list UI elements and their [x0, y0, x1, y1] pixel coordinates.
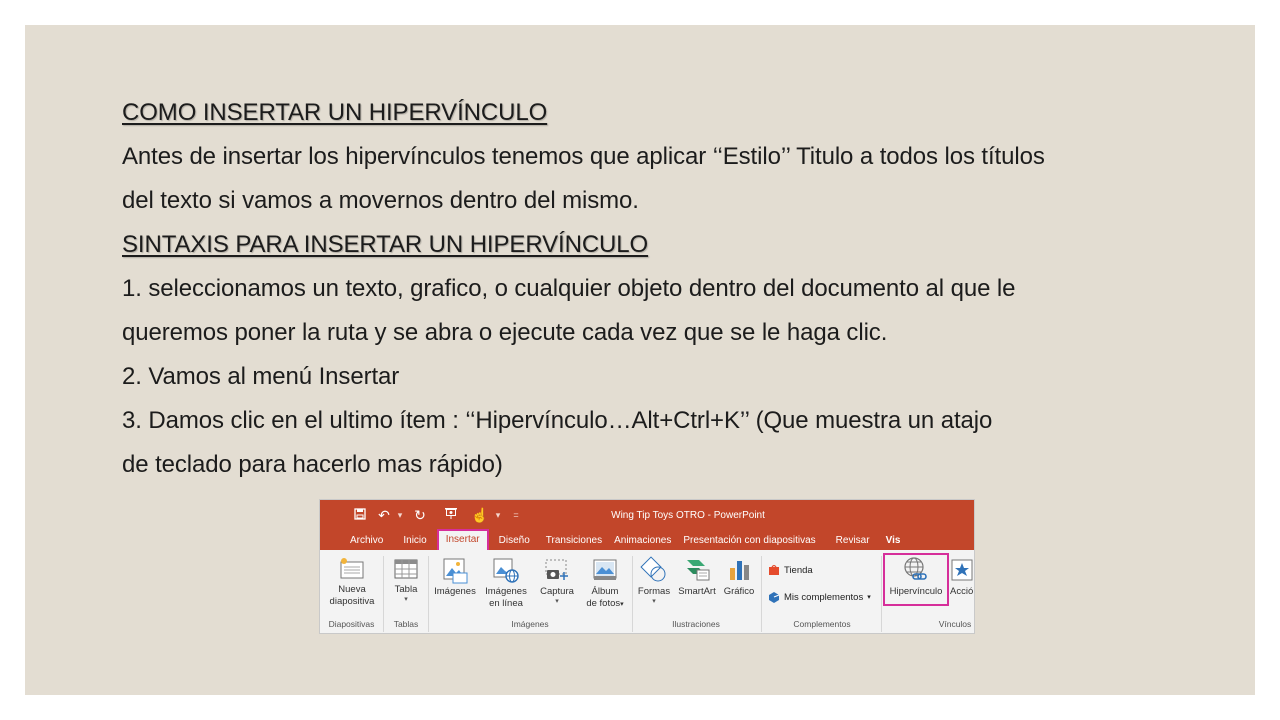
hyperlink-highlight-box [883, 553, 949, 606]
group-separator [428, 556, 429, 632]
ribbon-body: Nueva diapositiva Tabla ▾ Imágenes Imáge… [320, 550, 974, 633]
step-1-line: 1. seleccionamos un texto, grafico, o cu… [122, 275, 1016, 302]
group-separator [632, 556, 633, 632]
slide-text: COMO INSERTAR UN HIPERVÍNCULO Antes de i… [122, 91, 1202, 487]
store-icon [769, 564, 779, 575]
pictures-button[interactable]: Imágenes [430, 556, 480, 598]
chevron-down-icon: ▾ [652, 598, 656, 605]
new-slide-button[interactable]: Nueva diapositiva [324, 556, 380, 608]
heading-insert-hyperlink: COMO INSERTAR UN HIPERVÍNCULO [122, 99, 548, 126]
group-label-ilustraciones: Ilustraciones [672, 619, 720, 629]
group-separator [881, 556, 882, 632]
step-3-line: 3. Damos clic en el ultimo ítem : ‘‘Hipe… [122, 407, 993, 434]
smartart-icon [687, 560, 710, 581]
smartart-button[interactable]: SmartArt [674, 556, 720, 598]
new-slide-icon [340, 558, 364, 579]
group-label-tablas: Tablas [393, 619, 419, 629]
tab-diseno[interactable]: Diseño [489, 531, 540, 550]
chart-button[interactable]: Gráfico [720, 556, 758, 598]
tab-archivo[interactable]: Archivo [340, 531, 393, 550]
store-button[interactable]: Tienda [768, 564, 813, 576]
picture-icon [443, 558, 468, 584]
chevron-down-icon: ▾ [867, 594, 871, 601]
tab-animaciones[interactable]: Animaciones [608, 531, 677, 550]
group-label-imagenes: Imágenes [511, 619, 549, 629]
tab-presentacion[interactable]: Presentación con diapositivas [677, 531, 821, 550]
table-button[interactable]: Tabla ▾ [388, 556, 424, 604]
tab-vista[interactable]: Vis [884, 531, 903, 550]
photo-album-button[interactable]: Álbum de fotos▾ [580, 556, 630, 611]
step-3-line: de teclado para hacerlo mas rápido) [122, 451, 503, 478]
tab-transiciones[interactable]: Transiciones [540, 531, 608, 550]
tab-inicio[interactable]: Inicio [393, 531, 436, 550]
heading-syntax: SINTAXIS PARA INSERTAR UN HIPERVÍNCULO [122, 231, 649, 258]
chevron-down-icon: ▾ [555, 598, 559, 605]
star-action-icon [951, 559, 973, 581]
shapes-button[interactable]: Formas ▾ [634, 556, 674, 606]
group-label-complementos: Complementos [793, 619, 851, 629]
chevron-down-icon: ▾ [404, 596, 408, 603]
online-pictures-button[interactable]: Imágenes en línea [480, 556, 532, 610]
action-button[interactable]: Acció [950, 556, 974, 598]
chevron-down-icon: ▾ [620, 601, 624, 608]
title-bar: ↶ ▾ ↻ ☝ ▾ = Wing Tip Toys OTRO - PowerPo… [320, 500, 974, 550]
bar-chart-icon [730, 561, 749, 580]
step-1-line: queremos poner la ruta y se abra o ejecu… [122, 319, 888, 346]
screenshot-button[interactable]: Captura ▾ [534, 556, 580, 606]
my-addins-button[interactable]: Mis complementos ▾ [768, 591, 871, 603]
paragraph-line: del texto si vamos a movernos dentro del… [122, 187, 639, 214]
group-label-vinculos: Vínculos [938, 619, 972, 629]
photo-album-icon [593, 559, 617, 580]
powerpoint-ribbon-screenshot: ↶ ▾ ↻ ☝ ▾ = Wing Tip Toys OTRO - PowerPo… [319, 499, 975, 634]
online-picture-icon [493, 558, 519, 583]
addins-icon [769, 592, 780, 603]
table-icon [394, 559, 418, 579]
shapes-icon [640, 556, 666, 582]
camera-icon [545, 559, 568, 580]
ribbon-tabs: Archivo Inicio Insertar Diseño Transicio… [340, 529, 903, 550]
step-2-line: 2. Vamos al menú Insertar [122, 363, 400, 390]
group-label-diapositivas: Diapositivas [328, 619, 375, 629]
tab-insertar[interactable]: Insertar [436, 529, 489, 550]
paragraph-line: Antes de insertar los hipervínculos tene… [122, 143, 1045, 170]
window-title: Wing Tip Toys OTRO - PowerPoint [611, 510, 765, 521]
group-separator [761, 556, 762, 632]
tab-revisar[interactable]: Revisar [822, 531, 884, 550]
